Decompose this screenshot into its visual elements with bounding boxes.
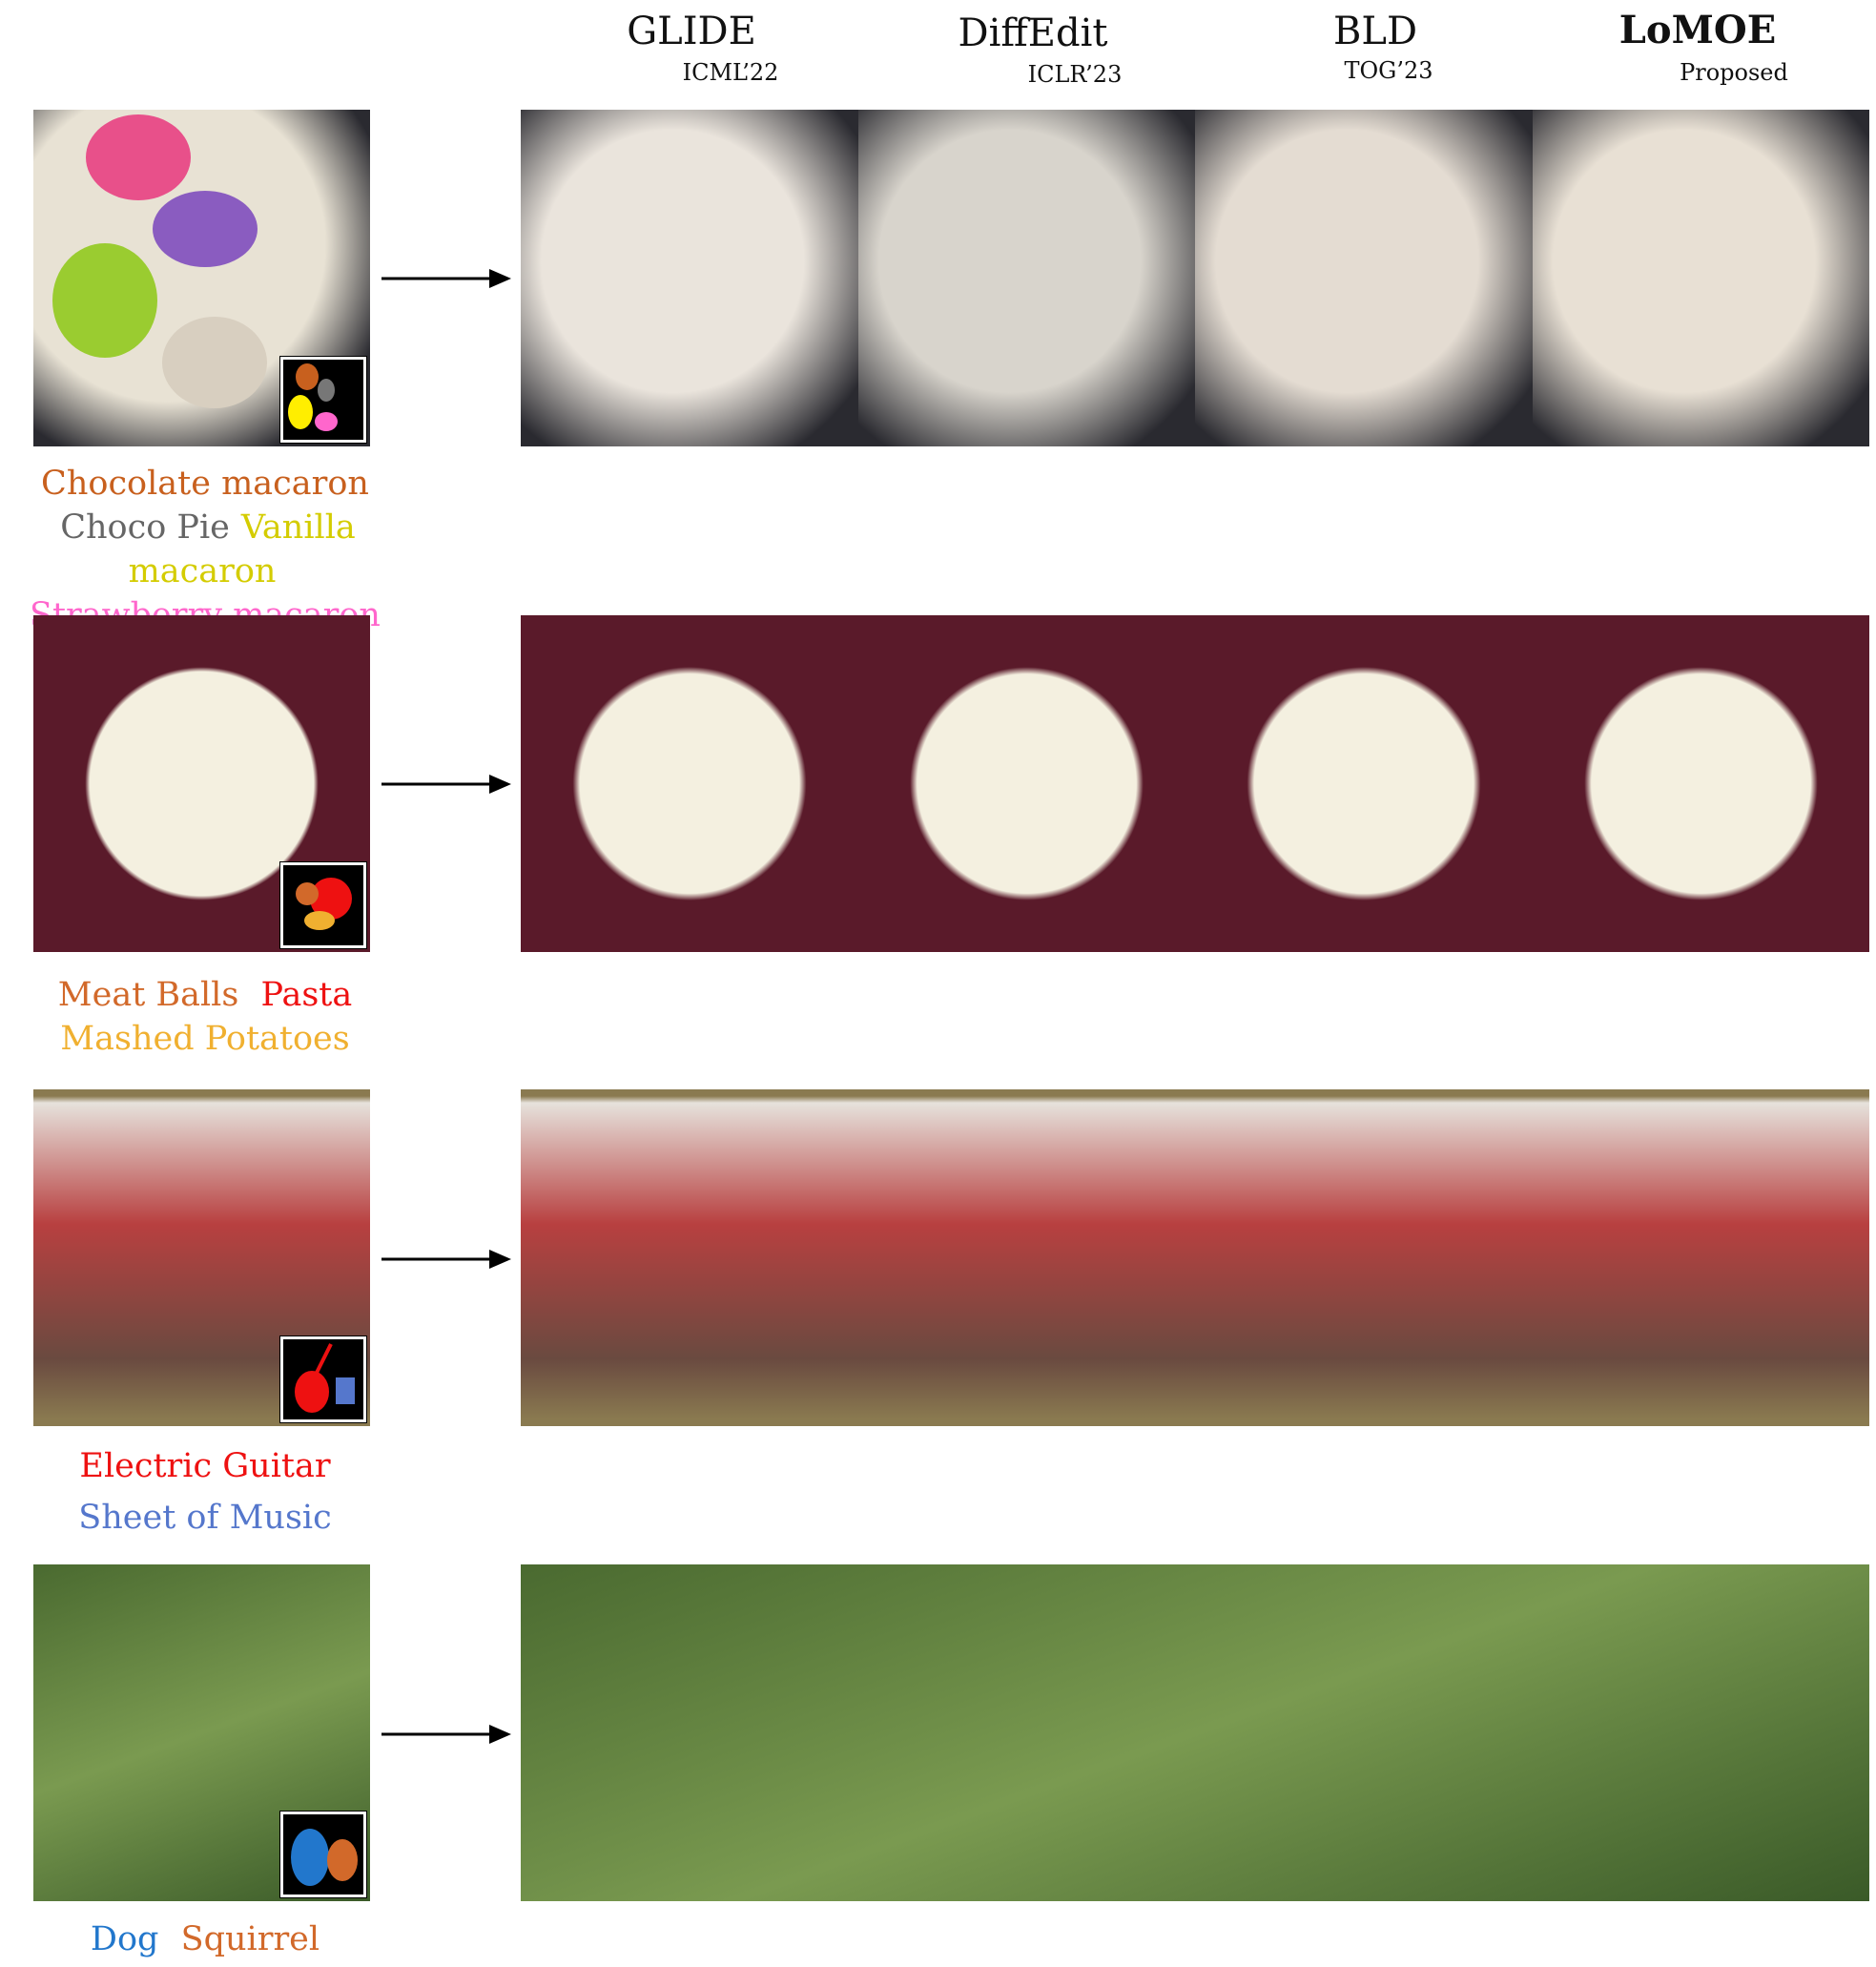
- result-glide: [521, 1564, 858, 1901]
- method-lomoe-venue: Proposed: [1680, 59, 1788, 86]
- results-strip-guitar: [521, 1089, 1869, 1426]
- row2-labels: Meat Balls Pasta Mashed Potatoes: [0, 973, 410, 1061]
- arrow-icon: [381, 775, 511, 794]
- result-bld: [1195, 110, 1533, 446]
- row3-labels: Electric Guitar Sheet of Music: [0, 1440, 410, 1543]
- method-bld-venue: TOG’23: [1344, 57, 1433, 84]
- result-lomoe: [1533, 1564, 1870, 1901]
- input-image-macarons: [33, 110, 370, 446]
- row1-labels: Chocolate macaron Choco Pie Vanilla macar…: [0, 462, 410, 637]
- method-glide-title: GLIDE: [627, 10, 756, 53]
- label-squirrel: Squirrel: [180, 1920, 320, 1958]
- result-diffedit: [857, 615, 1195, 952]
- label-pasta: Pasta: [260, 976, 353, 1014]
- method-glide-venue: ICML’22: [682, 59, 779, 86]
- result-bld: [1195, 1089, 1533, 1426]
- label-choco-pie: Choco Pie: [60, 508, 230, 547]
- input-image-pasta-bowl: [33, 615, 370, 952]
- results-strip-pasta: [521, 615, 1869, 952]
- mask-inset: [279, 861, 367, 949]
- label-sheet-of-music: Sheet of Music: [78, 1499, 332, 1537]
- result-glide: [521, 110, 858, 446]
- label-electric-guitar: Electric Guitar: [79, 1447, 331, 1485]
- result-bld: [1195, 1564, 1533, 1901]
- label-chocolate-macaron: Chocolate macaron: [41, 465, 369, 503]
- result-lomoe: [1532, 110, 1869, 446]
- input-image-kitten-rabbit: [33, 1564, 370, 1901]
- result-bld: [1195, 615, 1533, 952]
- label-meat-balls: Meat Balls: [57, 976, 239, 1014]
- input-image-cello-painting: [33, 1089, 370, 1426]
- result-diffedit: [857, 110, 1195, 446]
- results-strip-dog-squirrel: [521, 1564, 1869, 1901]
- mask-inset: [279, 1335, 367, 1423]
- method-lomoe-title: LoMOE: [1618, 8, 1777, 52]
- result-lomoe: [1532, 615, 1869, 952]
- result-glide: [521, 1089, 858, 1426]
- label-mashed-potatoes: Mashed Potatoes: [60, 1020, 350, 1058]
- result-glide: [521, 615, 858, 952]
- result-lomoe: [1533, 1089, 1870, 1426]
- mask-inset: [279, 356, 367, 444]
- arrow-icon: [381, 269, 511, 288]
- row4-labels: Dog Squirrel: [0, 1917, 410, 1961]
- mask-inset: [279, 1811, 367, 1898]
- method-diffedit-title: DiffEdit: [958, 11, 1108, 55]
- results-strip-macarons: [521, 110, 1869, 446]
- label-dog: Dog: [90, 1920, 159, 1958]
- arrow-icon: [381, 1725, 511, 1744]
- method-bld-title: BLD: [1332, 10, 1418, 53]
- arrow-icon: [381, 1250, 511, 1269]
- result-diffedit: [858, 1564, 1196, 1901]
- result-diffedit: [858, 1089, 1196, 1426]
- method-diffedit-venue: ICLR’23: [1027, 61, 1123, 88]
